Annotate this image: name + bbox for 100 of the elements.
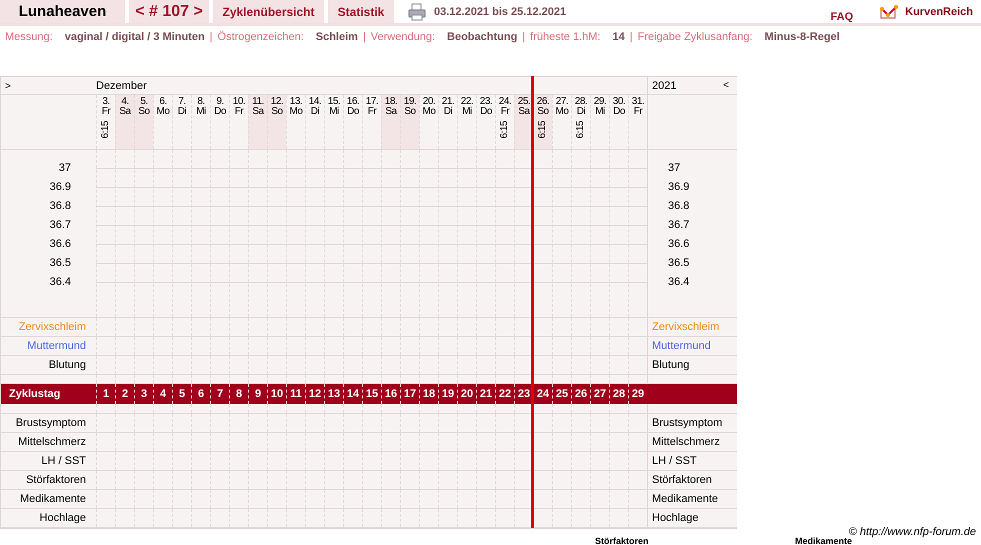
cycle-day-number: 3 (134, 384, 153, 404)
setting-label: früheste 1.hM: (530, 31, 600, 43)
day-header: 29. Mi (590, 95, 609, 149)
copyright-text: © http://www.nfp-forum.de (848, 526, 976, 538)
temperature-label: 36.4 (668, 275, 690, 290)
temperature-label: 36.6 (50, 237, 71, 252)
temperature-label: 36.8 (668, 199, 690, 214)
cycle-day-number: 4 (153, 384, 172, 404)
row-label: Blutung (652, 359, 690, 371)
cycle-day-number: 5 (172, 384, 191, 404)
separator: | (362, 31, 366, 43)
day-header: 12. So (267, 95, 286, 149)
user-name: Lunaheaven (18, 3, 106, 20)
faq-link[interactable]: FAQ (830, 10, 854, 22)
previous-arrow[interactable]: > (1, 80, 15, 92)
temperature-label: 36.6 (668, 237, 690, 252)
temperature-label: 37 (58, 161, 71, 176)
day-header: 27. Mo (552, 95, 571, 149)
day-header: 22. Mi (457, 95, 476, 149)
separator: | (522, 31, 526, 43)
setting-value: 14 (612, 31, 625, 43)
section-heading: Störfaktoren (595, 536, 649, 545)
cycle-day-number: 25 (552, 384, 571, 404)
row-label: Hochlage (40, 512, 86, 524)
cycle-day-number: 18 (419, 384, 438, 404)
cycle-day-number: 15 (362, 384, 381, 404)
setting-label: Östrogenzeichen: (218, 31, 304, 43)
row-label: Hochlage (652, 512, 698, 524)
cycle-day-number: 19 (438, 384, 457, 404)
cycle-day-number: 20 (457, 384, 476, 404)
cycle-day-number: 26 (571, 384, 590, 404)
day-header: 9. Do (210, 95, 229, 149)
cycle-day-number: 12 (305, 384, 324, 404)
row-label: Störfaktoren (652, 474, 712, 486)
printer-icon[interactable] (408, 2, 426, 20)
cycle-day-number: 22 (495, 384, 514, 404)
cycle-day-number: 16 (381, 384, 400, 404)
row-label: Blutung (48, 359, 86, 371)
cycle-day-number: 21 (476, 384, 495, 404)
row-label: Medikamente (20, 493, 86, 505)
setting-value: Beobachtung (447, 31, 518, 43)
cycle-day-number: 11 (286, 384, 305, 404)
separator: | (630, 31, 633, 43)
day-header: 26. So 6:15 (533, 95, 552, 149)
day-header: 13. Mo (286, 95, 305, 149)
next-arrow[interactable]: < (719, 80, 733, 91)
day-header: 5. So (134, 95, 153, 149)
temperature-label: 36.9 (50, 180, 71, 195)
cycle-day-number: 29 (628, 384, 647, 404)
setting-label: Freigabe Zyklusanfang: (638, 31, 753, 43)
cycle-day-number: 1 (96, 384, 115, 404)
day-header: 16. Do (343, 95, 362, 149)
day-header: 7. Di (172, 95, 191, 149)
temperature-label: 36.4 (50, 275, 71, 290)
temperature-label: 37 (668, 161, 680, 176)
day-header: 28. Di 6:15 (571, 95, 590, 149)
cycle-day-number: 2 (115, 384, 134, 404)
day-header: 14. Di (305, 95, 324, 149)
cycle-day-number: 14 (343, 384, 362, 404)
cycle-day-number: 7 (210, 384, 229, 404)
row-label: Störfaktoren (26, 474, 86, 486)
row-label: Zervixschleim (652, 321, 720, 333)
setting-label: Verwendung: (370, 31, 436, 43)
date-range: 03.12.2021 bis 25.12.2021 (434, 6, 566, 18)
row-label: Mittelschmerz (652, 436, 720, 448)
row-label: LH / SST (652, 455, 697, 467)
cycle-day-number: 10 (267, 384, 286, 404)
day-header: 30. Do (609, 95, 628, 149)
cycle-day-number: 27 (590, 384, 609, 404)
setting-value: vaginal / digital / 3 Minuten (64, 31, 205, 43)
day-header: 15. Mi (324, 95, 343, 149)
chart-logo-icon (879, 4, 900, 20)
day-header: 23. Do (476, 95, 495, 149)
day-header: 19. So (400, 95, 419, 149)
setting-label: Messung: (5, 31, 53, 43)
cycle-day-number: 9 (248, 384, 267, 404)
cycle-day-number: 17 (400, 384, 419, 404)
section-heading: Medikamente (795, 536, 852, 545)
temperature-label: 36.5 (50, 256, 71, 271)
day-header: 31. Fr (628, 95, 647, 149)
brand-link[interactable]: KurvenReich (905, 6, 973, 18)
temperature-label: 36.9 (668, 180, 690, 195)
row-label: Muttermund (652, 340, 711, 352)
cycle-day-number: 8 (229, 384, 248, 404)
cycle-day-label: Zyklustag (8, 387, 62, 402)
day-header: 11. Sa (248, 95, 267, 149)
temperature-label: 36.5 (668, 256, 690, 271)
cycle-day-number: 28 (609, 384, 628, 404)
row-label: Mittelschmerz (18, 436, 86, 448)
cycle-day-number: 13 (324, 384, 343, 404)
day-header: 4. Sa (115, 95, 134, 149)
day-header: 8. Mi (191, 95, 210, 149)
row-label: Zervixschleim (18, 321, 86, 333)
cycle-day-number: 6 (191, 384, 210, 404)
temperature-label: 36.7 (668, 218, 690, 233)
day-header: 20. Mo (419, 95, 438, 149)
row-label: Medikamente (652, 493, 718, 505)
row-label: LH / SST (41, 455, 86, 467)
month-label: Dezember (96, 80, 148, 92)
separator: | (210, 31, 213, 43)
